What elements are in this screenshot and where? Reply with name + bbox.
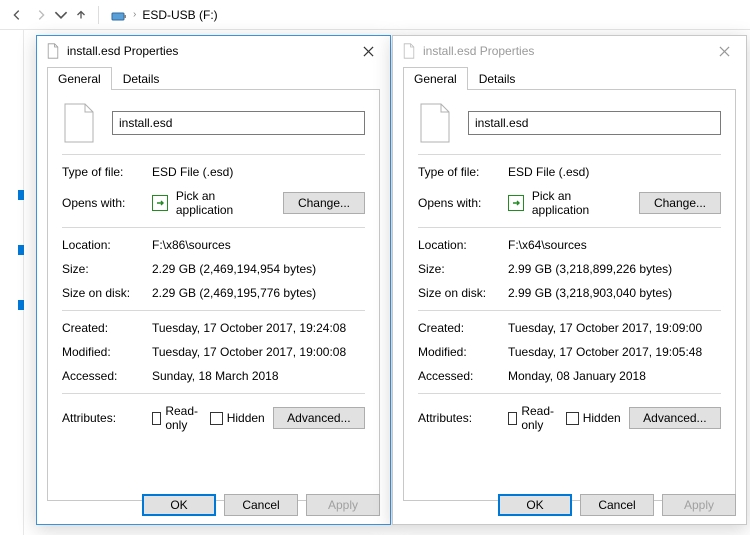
label-attributes: Attributes: xyxy=(62,411,144,425)
change-button[interactable]: Change... xyxy=(639,192,721,214)
readonly-label: Read-only xyxy=(165,404,201,432)
filename-text: install.esd xyxy=(119,116,172,130)
checkbox-hidden[interactable]: Hidden xyxy=(566,411,621,425)
value-type: ESD File (.esd) xyxy=(152,165,365,179)
label-accessed: Accessed: xyxy=(62,369,144,383)
file-icon xyxy=(45,43,61,59)
label-attributes: Attributes: xyxy=(418,411,500,425)
change-button[interactable]: Change... xyxy=(283,192,365,214)
file-large-icon xyxy=(62,102,96,144)
sidebar-strip xyxy=(0,30,24,535)
titlebar[interactable]: install.esd Properties xyxy=(37,36,390,66)
value-size: 2.99 GB (3,218,899,226 bytes) xyxy=(508,262,721,276)
label-opens: Opens with: xyxy=(62,196,144,210)
properties-dialog-left: install.esd Properties General Details i… xyxy=(36,35,391,525)
label-disk: Size on disk: xyxy=(418,286,500,300)
apply-button[interactable]: Apply xyxy=(662,494,736,516)
hidden-label: Hidden xyxy=(227,411,265,425)
close-button[interactable] xyxy=(710,37,738,65)
tab-details[interactable]: Details xyxy=(468,67,527,90)
tab-general[interactable]: General xyxy=(47,67,112,90)
workspace: Rectangular Snip install.esd Properties … xyxy=(0,30,750,535)
tab-content: install.esd Type of file: ESD File (.esd… xyxy=(403,89,736,501)
checkbox-readonly[interactable]: Read-only xyxy=(508,404,558,432)
value-disk: 2.99 GB (3,218,903,040 bytes) xyxy=(508,286,721,300)
label-opens: Opens with: xyxy=(418,196,500,210)
tab-general[interactable]: General xyxy=(403,67,468,90)
filename-text: install.esd xyxy=(475,116,528,130)
ok-button[interactable]: OK xyxy=(498,494,572,516)
label-location: Location: xyxy=(418,238,500,252)
cancel-button[interactable]: Cancel xyxy=(224,494,298,516)
label-created: Created: xyxy=(418,321,500,335)
tab-content: install.esd Type of file: ESD File (.esd… xyxy=(47,89,380,501)
value-created: Tuesday, 17 October 2017, 19:24:08 xyxy=(152,321,365,335)
label-created: Created: xyxy=(62,321,144,335)
usb-drive-icon xyxy=(111,7,127,23)
close-button[interactable] xyxy=(354,37,382,65)
nav-back-button[interactable] xyxy=(6,4,28,26)
store-icon xyxy=(152,195,168,211)
label-size: Size: xyxy=(418,262,500,276)
tabs: General Details xyxy=(37,66,390,89)
ok-button[interactable]: OK xyxy=(142,494,216,516)
label-accessed: Accessed: xyxy=(418,369,500,383)
value-disk: 2.29 GB (2,469,195,776 bytes) xyxy=(152,286,365,300)
value-accessed: Sunday, 18 March 2018 xyxy=(152,369,365,383)
explorer-toolbar: › ESD-USB (F:) xyxy=(0,0,750,30)
tabs: General Details xyxy=(393,66,746,89)
value-location: F:\x64\sources xyxy=(508,238,721,252)
value-created: Tuesday, 17 October 2017, 19:09:00 xyxy=(508,321,721,335)
advanced-button[interactable]: Advanced... xyxy=(629,407,721,429)
dialog-buttons: OK Cancel Apply xyxy=(498,494,736,516)
title-text: install.esd Properties xyxy=(67,44,354,58)
value-size: 2.29 GB (2,469,194,954 bytes) xyxy=(152,262,365,276)
apply-button[interactable]: Apply xyxy=(306,494,380,516)
chevron-right-icon: › xyxy=(133,9,136,20)
breadcrumb-label: ESD-USB (F:) xyxy=(142,8,217,22)
tab-details[interactable]: Details xyxy=(112,67,171,90)
title-text: install.esd Properties xyxy=(423,44,710,58)
value-location: F:\x86\sources xyxy=(152,238,365,252)
file-icon xyxy=(401,43,417,59)
breadcrumb[interactable]: › ESD-USB (F:) xyxy=(111,7,218,23)
properties-dialog-right: install.esd Properties General Details i… xyxy=(392,35,747,525)
readonly-label: Read-only xyxy=(521,404,557,432)
checkbox-hidden[interactable]: Hidden xyxy=(210,411,265,425)
hidden-label: Hidden xyxy=(583,411,621,425)
value-modified: Tuesday, 17 October 2017, 19:00:08 xyxy=(152,345,365,359)
value-opens: Pick an application xyxy=(532,189,631,217)
label-disk: Size on disk: xyxy=(62,286,144,300)
value-type: ESD File (.esd) xyxy=(508,165,721,179)
titlebar[interactable]: install.esd Properties xyxy=(393,36,746,66)
value-modified: Tuesday, 17 October 2017, 19:05:48 xyxy=(508,345,721,359)
file-large-icon xyxy=(418,102,452,144)
label-modified: Modified: xyxy=(62,345,144,359)
advanced-button[interactable]: Advanced... xyxy=(273,407,365,429)
filename-input[interactable]: install.esd xyxy=(112,111,365,135)
filename-input[interactable]: install.esd xyxy=(468,111,721,135)
nav-forward-button[interactable] xyxy=(30,4,52,26)
label-size: Size: xyxy=(62,262,144,276)
dialog-buttons: OK Cancel Apply xyxy=(142,494,380,516)
nav-up-button[interactable] xyxy=(70,4,92,26)
label-location: Location: xyxy=(62,238,144,252)
store-icon xyxy=(508,195,524,211)
value-accessed: Monday, 08 January 2018 xyxy=(508,369,721,383)
nav-dropdown-button[interactable] xyxy=(54,4,68,26)
cancel-button[interactable]: Cancel xyxy=(580,494,654,516)
label-modified: Modified: xyxy=(418,345,500,359)
checkbox-readonly[interactable]: Read-only xyxy=(152,404,202,432)
label-type: Type of file: xyxy=(418,165,500,179)
value-opens: Pick an application xyxy=(176,189,275,217)
label-type: Type of file: xyxy=(62,165,144,179)
